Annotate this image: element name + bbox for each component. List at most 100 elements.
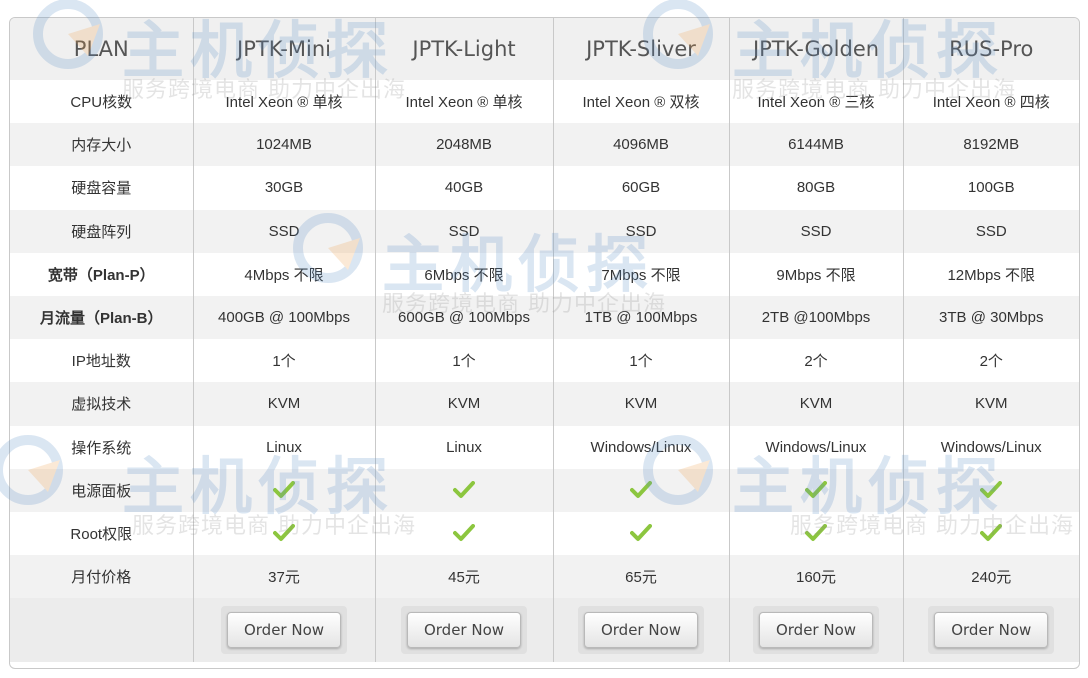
- cell-jptk-golden: [728, 468, 903, 512]
- order-button-frame: Order Now: [578, 606, 704, 655]
- cell-jptk-light: 40GB: [374, 166, 553, 210]
- header-plan: PLAN: [10, 18, 193, 80]
- cell-jptk-mini: [192, 468, 375, 512]
- row-label: 操作系统: [71, 439, 132, 457]
- checkmark-icon: [805, 481, 827, 499]
- header-rus-pro: RUS-Pro: [902, 18, 1079, 80]
- table-row: 月流量（Plan-B） 400GB @ 100Mbps 600GB @ 100Mbp…: [10, 295, 1079, 340]
- table-row: 内存大小 1024MB 2048MB 4096MB 6144MB 8192MB: [10, 123, 1079, 167]
- order-cell-jptk-sliver: Order Now: [552, 598, 729, 663]
- cell-jptk-sliver: [552, 468, 729, 512]
- order-now-button-jptk-sliver[interactable]: Order Now: [584, 612, 698, 649]
- cell-jptk-mini: Intel Xeon ® 单核: [192, 80, 375, 124]
- table-body: CPU核数 Intel Xeon ® 单核 Intel Xeon ® 单核 Intel…: [10, 80, 1079, 663]
- cell-jptk-light: 1个: [374, 339, 553, 383]
- row-label: 月流量（Plan-B）: [39, 310, 163, 328]
- cell-jptk-light: Linux: [374, 425, 553, 469]
- order-button-frame: Order Now: [221, 606, 347, 655]
- cell-jptk-mini: Linux: [192, 425, 375, 469]
- order-button-frame: Order Now: [928, 606, 1055, 655]
- table-row: IP地址数 1个 1个 1个 2个 2个: [10, 339, 1079, 383]
- table-row: 操作系统 Linux Linux Windows/Linux Windows/Linux…: [10, 425, 1079, 469]
- checkmark-icon: [453, 481, 475, 499]
- cell-jptk-light: [374, 511, 553, 556]
- cell-jptk-mini: 4Mbps 不限: [192, 252, 375, 296]
- cell-rus-pro: SSD: [902, 209, 1079, 253]
- pricing-table-frame: PLAN JPTK-Mini JPTK-Light JPTK-Sliver JP…: [9, 17, 1080, 669]
- cell-jptk-golden: KVM: [728, 382, 903, 426]
- cell-jptk-mini: SSD: [192, 209, 375, 253]
- order-cell-rus-pro: Order Now: [902, 598, 1079, 663]
- row-label: 宽带（Plan-P）: [47, 266, 155, 284]
- row-label: IP地址数: [71, 353, 131, 371]
- cell-jptk-light: 45元: [374, 555, 553, 599]
- order-cell-jptk-light: Order Now: [374, 598, 553, 663]
- row-label: 硬盘阵列: [71, 223, 132, 241]
- cell-jptk-mini: KVM: [192, 382, 375, 426]
- cell-jptk-light: SSD: [374, 209, 553, 253]
- header-jptk-light: JPTK-Light: [374, 18, 553, 80]
- checkmark-icon: [273, 524, 295, 542]
- table-row: 硬盘阵列 SSD SSD SSD SSD SSD: [10, 209, 1079, 253]
- cell-rus-pro: Windows/Linux: [902, 425, 1079, 469]
- cell-rus-pro: KVM: [902, 382, 1079, 426]
- cell-jptk-light: 600GB @ 100Mbps: [374, 295, 553, 340]
- cell-jptk-golden: 9Mbps 不限: [728, 252, 903, 296]
- row-label: 虚拟技术: [71, 396, 132, 414]
- cell-jptk-sliver: KVM: [552, 382, 729, 426]
- cell-jptk-sliver: 1TB @ 100Mbps: [552, 295, 729, 340]
- cell-rus-pro: Intel Xeon ® 四核: [902, 80, 1079, 124]
- cell-jptk-sliver: 60GB: [552, 166, 729, 210]
- cell-jptk-sliver: 1个: [552, 339, 729, 383]
- order-now-button-jptk-golden[interactable]: Order Now: [759, 612, 873, 649]
- cell-rus-pro: 12Mbps 不限: [902, 252, 1079, 296]
- cell-jptk-light: Intel Xeon ® 单核: [374, 80, 553, 124]
- table-row: 虚拟技术 KVM KVM KVM KVM KVM: [10, 382, 1079, 426]
- row-label: 硬盘容量: [71, 180, 132, 198]
- checkmark-icon: [805, 524, 827, 542]
- order-now-button-rus-pro[interactable]: Order Now: [934, 612, 1049, 649]
- checkmark-icon: [453, 524, 475, 542]
- order-button-frame: Order Now: [753, 606, 879, 655]
- cell-jptk-mini: 1024MB: [192, 123, 375, 167]
- table-row: 硬盘容量 30GB 40GB 60GB 80GB 100GB: [10, 166, 1079, 210]
- cell-jptk-sliver: 7Mbps 不限: [552, 252, 729, 296]
- table-row: 电源面板: [10, 468, 1079, 512]
- order-row: Order Now Order Now Order Now Order Now Orde…: [10, 598, 1079, 663]
- order-cell-jptk-mini: Order Now: [192, 598, 375, 663]
- cell-rus-pro: 3TB @ 30Mbps: [902, 295, 1079, 340]
- cell-jptk-golden: 160元: [728, 555, 903, 599]
- cell-jptk-golden: 2个: [728, 339, 903, 383]
- checkmark-icon: [630, 524, 652, 542]
- checkmark-icon: [980, 524, 1003, 542]
- cell-jptk-mini: 37元: [192, 555, 375, 599]
- cell-jptk-golden: 80GB: [728, 166, 903, 210]
- cell-jptk-mini: [192, 511, 375, 556]
- cell-jptk-sliver: 4096MB: [552, 123, 729, 167]
- row-label: 内存大小: [71, 137, 132, 155]
- cell-jptk-golden: Windows/Linux: [728, 425, 903, 469]
- checkmark-icon: [273, 481, 295, 499]
- row-label: CPU核数: [70, 94, 133, 112]
- cell-rus-pro: 240元: [902, 555, 1079, 599]
- row-label: Root权限: [70, 525, 133, 543]
- cell-rus-pro: 100GB: [902, 166, 1079, 210]
- cell-jptk-golden: SSD: [728, 209, 903, 253]
- order-now-button-jptk-mini[interactable]: Order Now: [227, 612, 341, 649]
- header-jptk-sliver: JPTK-Sliver: [552, 18, 729, 80]
- cell-rus-pro: [902, 468, 1079, 512]
- checkmark-icon: [980, 481, 1003, 499]
- order-button-frame: Order Now: [401, 606, 527, 655]
- header-jptk-golden: JPTK-Golden: [728, 18, 903, 80]
- order-row-label: [10, 598, 193, 662]
- table-header-row: PLAN JPTK-Mini JPTK-Light JPTK-Sliver JP…: [10, 18, 1079, 80]
- checkmark-icon: [630, 481, 652, 499]
- table-row: 月付价格 37元 45元 65元 160元 240元: [10, 555, 1079, 599]
- cell-jptk-mini: 400GB @ 100Mbps: [192, 295, 375, 340]
- cell-jptk-light: [374, 468, 553, 512]
- cell-jptk-light: KVM: [374, 382, 553, 426]
- row-label: 月付价格: [71, 569, 132, 587]
- cell-jptk-sliver: SSD: [552, 209, 729, 253]
- order-cell-jptk-golden: Order Now: [728, 598, 903, 663]
- order-now-button-jptk-light[interactable]: Order Now: [407, 612, 521, 649]
